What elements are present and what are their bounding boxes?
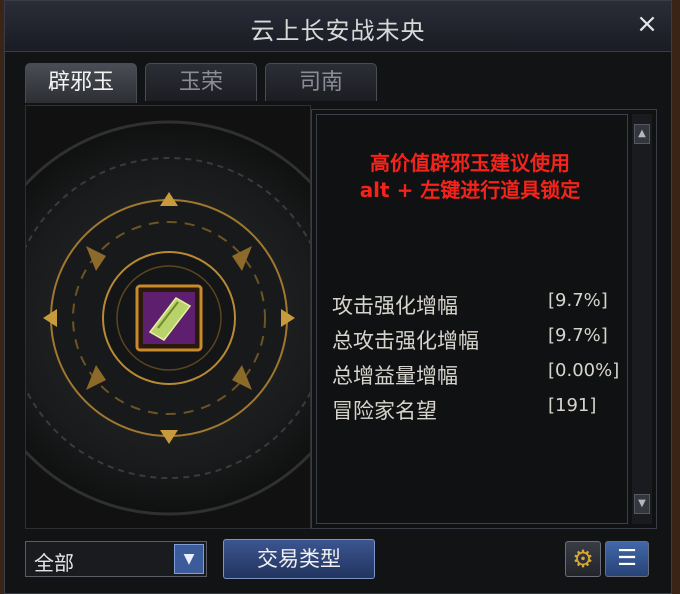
stat-name: 冒险家名望 [332,399,437,423]
stats-list: 攻击强化增幅 [9.7%] 总攻击强化增幅 [9.7%] 总增益量增幅 [0.0… [332,290,632,430]
stat-name: 攻击强化增幅 [332,294,458,318]
bottom-toolbar: 全部 ▼ 交易类型 ⚙ ☰ [25,539,655,583]
stat-value: [0.00%] [548,360,620,381]
filter-dropdown[interactable]: 全部 ▼ [25,541,207,577]
list-icon[interactable]: ☰ [605,541,649,577]
title-bar[interactable]: 云上长安战未央 × [5,1,671,52]
warning-line-2: alt + 左键进行道具锁定 [359,178,581,202]
stat-row: 总攻击强化增幅 [9.7%] [332,325,632,360]
info-panel: 高价值辟邪玉建议使用 alt + 左键进行道具锁定 攻击强化增幅 [9.7%] … [311,109,657,529]
stat-row: 攻击强化增幅 [9.7%] [332,290,632,325]
stat-value: [9.7%] [548,325,608,346]
stat-value: [191] [548,395,597,416]
warning-line-1: 高价值辟邪玉建议使用 [370,151,570,175]
chevron-down-icon[interactable]: ▼ [174,544,204,574]
scroll-up-icon[interactable]: ▲ [634,124,650,144]
compass-panel [25,105,311,529]
tab-yurong[interactable]: 玉荣 [145,63,257,101]
stat-name: 总增益量增幅 [332,364,458,388]
stat-row: 总增益量增幅 [0.00%] [332,360,632,395]
trade-type-button[interactable]: 交易类型 [223,539,375,579]
scroll-down-icon[interactable]: ▼ [634,494,650,514]
stat-row: 冒险家名望 [191] [332,395,632,430]
stat-value: [9.7%] [548,290,608,311]
stat-name: 总攻击强化增幅 [332,329,479,353]
tab-bixie-jade[interactable]: 辟邪玉 [25,63,137,103]
info-scrollbar[interactable]: ▲ ▼ [632,114,652,524]
compass-disc [26,120,310,516]
filter-selected: 全部 [34,551,74,575]
close-icon[interactable]: × [633,10,661,38]
gear-icon[interactable]: ⚙ [565,541,601,577]
tab-sinan[interactable]: 司南 [265,63,377,101]
jade-window: 云上长安战未央 × 辟邪玉 玉荣 司南 高价值辟邪玉建议使用 alt + 左键进… [4,0,672,594]
window-title: 云上长安战未央 [250,17,426,45]
lock-warning: 高价值辟邪玉建议使用 alt + 左键进行道具锁定 [312,150,628,204]
